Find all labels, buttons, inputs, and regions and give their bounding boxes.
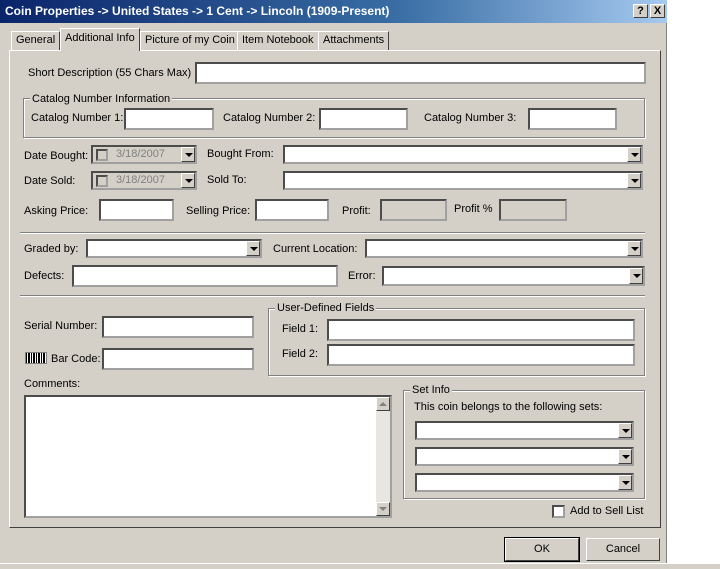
chevron-down-icon[interactable]	[181, 147, 195, 162]
scroll-down-icon[interactable]	[376, 502, 390, 516]
separator	[20, 295, 645, 297]
date-bought-label: Date Bought:	[24, 150, 89, 162]
bar-code-input[interactable]	[102, 348, 254, 370]
field-1-input[interactable]	[327, 319, 635, 341]
tab-picture-of-my-coin[interactable]: Picture of my Coin	[140, 31, 240, 50]
set-info-title: Set Info	[410, 384, 452, 396]
date-bought-picker[interactable]: 3/18/2007	[91, 145, 197, 164]
comments-textarea[interactable]	[24, 395, 392, 518]
asking-price-input[interactable]	[99, 199, 174, 221]
profit-percent-label: Profit %	[454, 203, 493, 215]
defects-label: Defects:	[24, 270, 65, 282]
tab-additional-info[interactable]: Additional Info	[60, 28, 140, 51]
asking-price-label: Asking Price:	[24, 205, 89, 217]
ok-button[interactable]: OK	[504, 537, 580, 562]
profit-label: Profit:	[342, 205, 371, 217]
bar-code-label: Bar Code:	[51, 353, 101, 365]
catalog-number-1-label: Catalog Number 1:	[31, 112, 124, 124]
help-button[interactable]: ?	[633, 4, 648, 18]
current-location-combo[interactable]	[365, 239, 643, 258]
date-sold-picker[interactable]: 3/18/2007	[91, 171, 197, 190]
short-description-label: Short Description (55 Chars Max)	[28, 67, 192, 79]
date-bought-checkbox[interactable]	[96, 149, 108, 161]
current-location-label: Current Location:	[273, 243, 358, 255]
chevron-down-icon[interactable]	[618, 475, 632, 490]
chevron-down-icon[interactable]	[629, 268, 643, 284]
graded-by-label: Graded by:	[24, 243, 79, 255]
field-1-label: Field 1:	[282, 323, 319, 335]
short-description-input[interactable]	[195, 62, 646, 84]
chevron-down-icon[interactable]	[181, 173, 195, 188]
set-combo-2[interactable]	[415, 447, 634, 466]
separator	[20, 232, 645, 234]
scroll-up-icon[interactable]	[376, 397, 390, 411]
catalog-number-3-input[interactable]	[528, 108, 617, 130]
add-to-sell-list-checkbox[interactable]	[552, 505, 565, 518]
defects-input[interactable]	[72, 265, 338, 287]
sold-to-combo[interactable]	[283, 171, 643, 190]
error-label: Error:	[348, 270, 376, 282]
comments-scrollbar[interactable]	[376, 397, 390, 516]
field-2-input[interactable]	[327, 344, 635, 366]
selling-price-label: Selling Price:	[186, 205, 251, 217]
graded-by-combo[interactable]	[86, 239, 262, 258]
chevron-down-icon[interactable]	[627, 173, 641, 188]
add-to-sell-list-label: Add to Sell List	[570, 505, 644, 517]
set-info-description: This coin belongs to the following sets:	[414, 401, 603, 413]
date-sold-label: Date Sold:	[24, 175, 76, 187]
catalog-number-2-label: Catalog Number 2:	[223, 112, 316, 124]
date-sold-checkbox[interactable]	[96, 175, 108, 187]
close-button[interactable]: X	[650, 4, 665, 18]
chevron-down-icon[interactable]	[618, 423, 632, 438]
field-2-label: Field 2:	[282, 348, 319, 360]
profit-percent-value	[499, 199, 567, 221]
tab-item-notebook[interactable]: Item Notebook	[237, 31, 319, 50]
window-title: Coin Properties -> United States -> 1 Ce…	[5, 4, 390, 18]
tab-attachments[interactable]: Attachments	[318, 31, 390, 50]
chevron-down-icon[interactable]	[627, 241, 641, 256]
serial-number-input[interactable]	[102, 316, 254, 338]
chevron-down-icon[interactable]	[627, 147, 641, 162]
catalog-group-title: Catalog Number Information	[30, 93, 173, 105]
catalog-number-3-label: Catalog Number 3:	[424, 112, 517, 124]
catalog-number-2-input[interactable]	[319, 108, 408, 130]
barcode-icon	[25, 352, 47, 364]
comments-label: Comments:	[24, 378, 81, 390]
selling-price-input[interactable]	[255, 199, 329, 221]
tab-general[interactable]: General	[11, 31, 61, 50]
set-combo-1[interactable]	[415, 421, 634, 440]
date-sold-value: 3/18/2007	[116, 174, 165, 186]
user-defined-fields-title: User-Defined Fields	[275, 302, 377, 314]
catalog-number-1-input[interactable]	[124, 108, 214, 130]
serial-number-label: Serial Number:	[24, 320, 98, 332]
bought-from-label: Bought From:	[207, 148, 274, 160]
set-combo-3[interactable]	[415, 473, 634, 492]
date-bought-value: 3/18/2007	[116, 148, 165, 160]
sold-to-label: Sold To:	[207, 174, 247, 186]
chevron-down-icon[interactable]	[618, 449, 632, 464]
bought-from-combo[interactable]	[283, 145, 643, 164]
profit-value	[380, 199, 447, 221]
cancel-button[interactable]: Cancel	[586, 538, 660, 561]
chevron-down-icon[interactable]	[246, 241, 260, 256]
error-combo[interactable]	[382, 266, 645, 286]
taskbar-edge	[0, 563, 720, 569]
